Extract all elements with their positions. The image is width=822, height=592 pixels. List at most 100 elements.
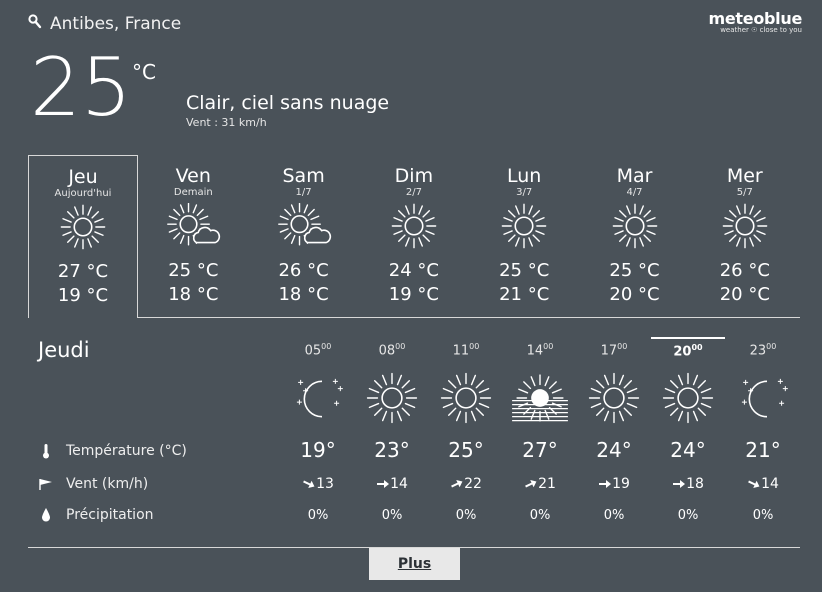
day-column[interactable]: Mer 5/7 26 °C 20 °C xyxy=(690,155,800,318)
hour-wind: 21 xyxy=(503,476,577,492)
hour-minutes: 00 xyxy=(691,343,703,352)
search-icon[interactable] xyxy=(28,14,42,34)
hour-precipitation: 0% xyxy=(677,508,699,523)
thermometer-icon xyxy=(38,443,54,459)
day-subtitle: 3/7 xyxy=(516,187,533,198)
sun-cloud-icon xyxy=(138,202,248,253)
hour-label: 2000 xyxy=(651,337,725,361)
hour-value: 05 xyxy=(304,343,322,359)
hour-temperature: 19° xyxy=(300,438,336,462)
current-wind: Vent : 31 km/h xyxy=(186,116,267,129)
hour-minutes: 00 xyxy=(395,342,406,351)
day-name: Jeu xyxy=(68,166,98,188)
hour-minutes: 00 xyxy=(543,342,554,351)
hour-temperature: 25° xyxy=(448,438,484,462)
wind-speed: 14 xyxy=(761,476,779,492)
hour-wind: 19 xyxy=(577,476,651,492)
day-max-temp: 25 °C xyxy=(168,260,219,281)
current-unit: °C xyxy=(132,60,156,84)
sun-haze-icon xyxy=(503,372,577,428)
raindrop-icon xyxy=(38,507,54,523)
current-temperature: 25 xyxy=(30,41,132,134)
wind-arrow-icon xyxy=(524,476,538,492)
sun-icon xyxy=(469,203,579,253)
day-name: Dim xyxy=(394,165,434,187)
day-min-temp: 20 °C xyxy=(719,284,770,305)
day-name: Lun xyxy=(507,165,542,187)
hour-minutes: 00 xyxy=(766,342,777,351)
day-min-temp: 18 °C xyxy=(278,284,329,305)
day-column[interactable]: Ven Demain 25 °C 18 °C xyxy=(138,155,248,318)
day-subtitle: 5/7 xyxy=(736,187,753,198)
moon-stars-icon xyxy=(281,372,355,428)
day-subtitle: Aujourd'hui xyxy=(54,188,112,199)
hour-minutes: 00 xyxy=(617,342,628,351)
day-max-temp: 24 °C xyxy=(388,260,439,281)
wind-arrow-icon xyxy=(450,476,464,492)
sun-icon xyxy=(429,372,503,428)
sun-icon xyxy=(651,372,725,428)
more-button[interactable]: Plus xyxy=(369,548,460,580)
wind-speed: 18 xyxy=(686,476,704,492)
hour-wind: 14 xyxy=(355,476,429,492)
sun-icon xyxy=(577,372,651,428)
hour-precipitation: 0% xyxy=(529,508,551,523)
precipitation-label: Précipitation xyxy=(66,507,154,523)
sun-icon xyxy=(29,204,137,254)
precipitation-row-label: Précipitation xyxy=(38,507,154,523)
day-min-temp: 19 °C xyxy=(388,284,439,305)
hour-value: 11 xyxy=(452,343,470,359)
brand-tagline: weather ☉ close to you xyxy=(720,26,802,34)
day-column[interactable]: Lun 3/7 25 °C 21 °C xyxy=(469,155,579,318)
day-subtitle: 1/7 xyxy=(295,187,312,198)
day-subtitle: 2/7 xyxy=(405,187,422,198)
wind-arrow-icon xyxy=(302,476,316,492)
day-column[interactable]: Jeu Aujourd'hui 27 °C 19 °C xyxy=(28,155,138,318)
flag-icon xyxy=(38,477,54,491)
hour-wind: 13 xyxy=(281,476,355,492)
wind-arrow-icon xyxy=(376,476,390,492)
day-max-temp: 27 °C xyxy=(57,261,109,282)
wind-arrow-icon xyxy=(747,476,761,492)
hour-value: 08 xyxy=(378,343,396,359)
hour-precipitation: 0% xyxy=(455,508,477,523)
day-min-temp: 20 °C xyxy=(609,284,660,305)
day-subtitle: Demain xyxy=(173,187,213,198)
day-column[interactable]: Mar 4/7 25 °C 20 °C xyxy=(580,155,690,318)
day-min-temp: 19 °C xyxy=(57,285,109,306)
hour-label: 0500 xyxy=(281,342,355,366)
day-column[interactable]: Sam 1/7 26 °C 18 °C xyxy=(249,155,359,318)
day-column[interactable]: Dim 2/7 24 °C 19 °C xyxy=(359,155,469,318)
hour-label: 0800 xyxy=(355,342,429,366)
temperature-label: Température (°C) xyxy=(66,443,187,459)
current-condition: Clair, ciel sans nuage xyxy=(186,92,390,114)
day-name: Sam xyxy=(282,165,325,187)
hour-label: 1400 xyxy=(503,342,577,366)
day-min-temp: 18 °C xyxy=(168,284,219,305)
hour-temperature: 24° xyxy=(670,438,706,462)
hour-value: 17 xyxy=(600,343,618,359)
hour-temperature: 23° xyxy=(374,438,410,462)
sun-icon xyxy=(690,203,800,253)
hour-precipitation: 0% xyxy=(307,508,329,523)
wind-speed: 14 xyxy=(390,476,408,492)
wind-arrow-icon xyxy=(598,476,612,492)
temperature-row-label: Température (°C) xyxy=(38,443,187,459)
day-name: Mar xyxy=(616,165,653,187)
wind-speed: 13 xyxy=(316,476,334,492)
hour-minutes: 00 xyxy=(321,342,332,351)
brand-logo[interactable]: meteoblue weather ☉ close to you xyxy=(709,9,803,34)
day-min-temp: 21 °C xyxy=(499,284,550,305)
hour-temperature: 21° xyxy=(745,438,781,462)
hour-precipitation: 0% xyxy=(381,508,403,523)
location[interactable]: Antibes, France xyxy=(28,14,181,34)
detail-day-title: Jeudi xyxy=(38,338,90,362)
sun-cloud-icon xyxy=(249,202,359,253)
wind-speed: 19 xyxy=(612,476,630,492)
hour-minutes: 00 xyxy=(469,342,480,351)
location-name[interactable]: Antibes, France xyxy=(50,14,181,34)
wind-arrow-icon xyxy=(672,476,686,492)
hour-wind: 22 xyxy=(429,476,503,492)
sun-icon xyxy=(359,203,469,253)
hour-label: 1700 xyxy=(577,342,651,366)
